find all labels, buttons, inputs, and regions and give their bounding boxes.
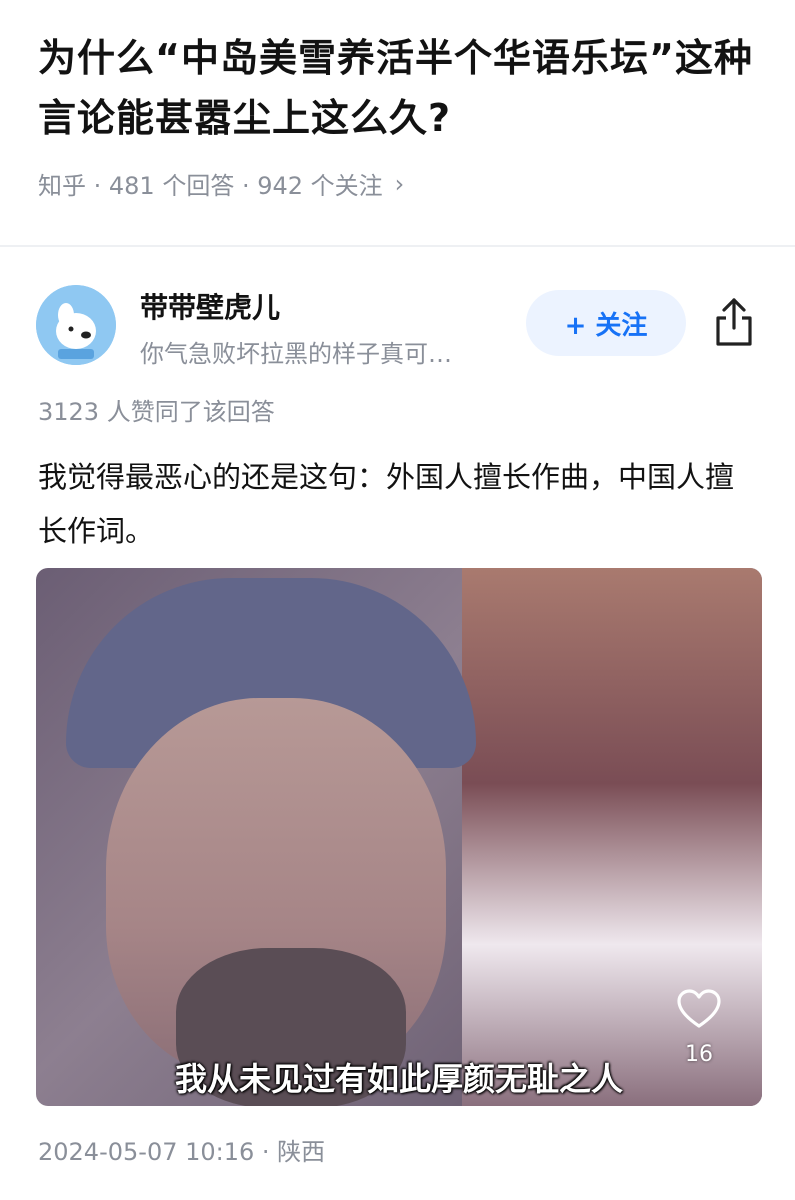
author-row: 带带壁虎儿 你气急败坏拉黑的样子真可… + 关注 — [36, 282, 758, 368]
heart-icon[interactable] — [676, 988, 722, 1030]
divider — [0, 245, 795, 247]
author-bio: 你气急败坏拉黑的样子真可… — [140, 340, 452, 368]
chevron-right-icon: › — [394, 169, 405, 198]
question-meta[interactable]: 知乎 · 481 个回答 · 942 个关注 › — [38, 166, 758, 201]
follow-button[interactable]: + 关注 — [526, 290, 686, 356]
question-title[interactable]: 为什么“中岛美雪养活半个华语乐坛”这种言论能甚嚣尘上这么久? — [38, 28, 758, 148]
share-icon[interactable] — [712, 296, 756, 348]
question-meta-text: 知乎 · 481 个回答 · 942 个关注 — [38, 172, 383, 200]
post-time-location: 2024-05-07 10:16 · 陕西 — [38, 1138, 326, 1166]
image-caption: 我从未见过有如此厚颜无耻之人 — [174, 1060, 623, 1098]
answer-content: 我觉得最恶心的还是这句：外国人擅长作曲，中国人擅长作词。 — [38, 460, 735, 548]
vote-count: 3123 人赞同了该回答 — [38, 398, 275, 426]
author-name[interactable]: 带带壁虎儿 — [140, 286, 280, 326]
avatar[interactable] — [36, 285, 116, 365]
answer-image[interactable]: 16 我从未见过有如此厚颜无耻之人 — [36, 568, 762, 1106]
avatar-icon — [36, 285, 116, 365]
question-header: 为什么“中岛美雪养活半个华语乐坛”这种言论能甚嚣尘上这么久? 知乎 · 481 … — [38, 28, 758, 201]
